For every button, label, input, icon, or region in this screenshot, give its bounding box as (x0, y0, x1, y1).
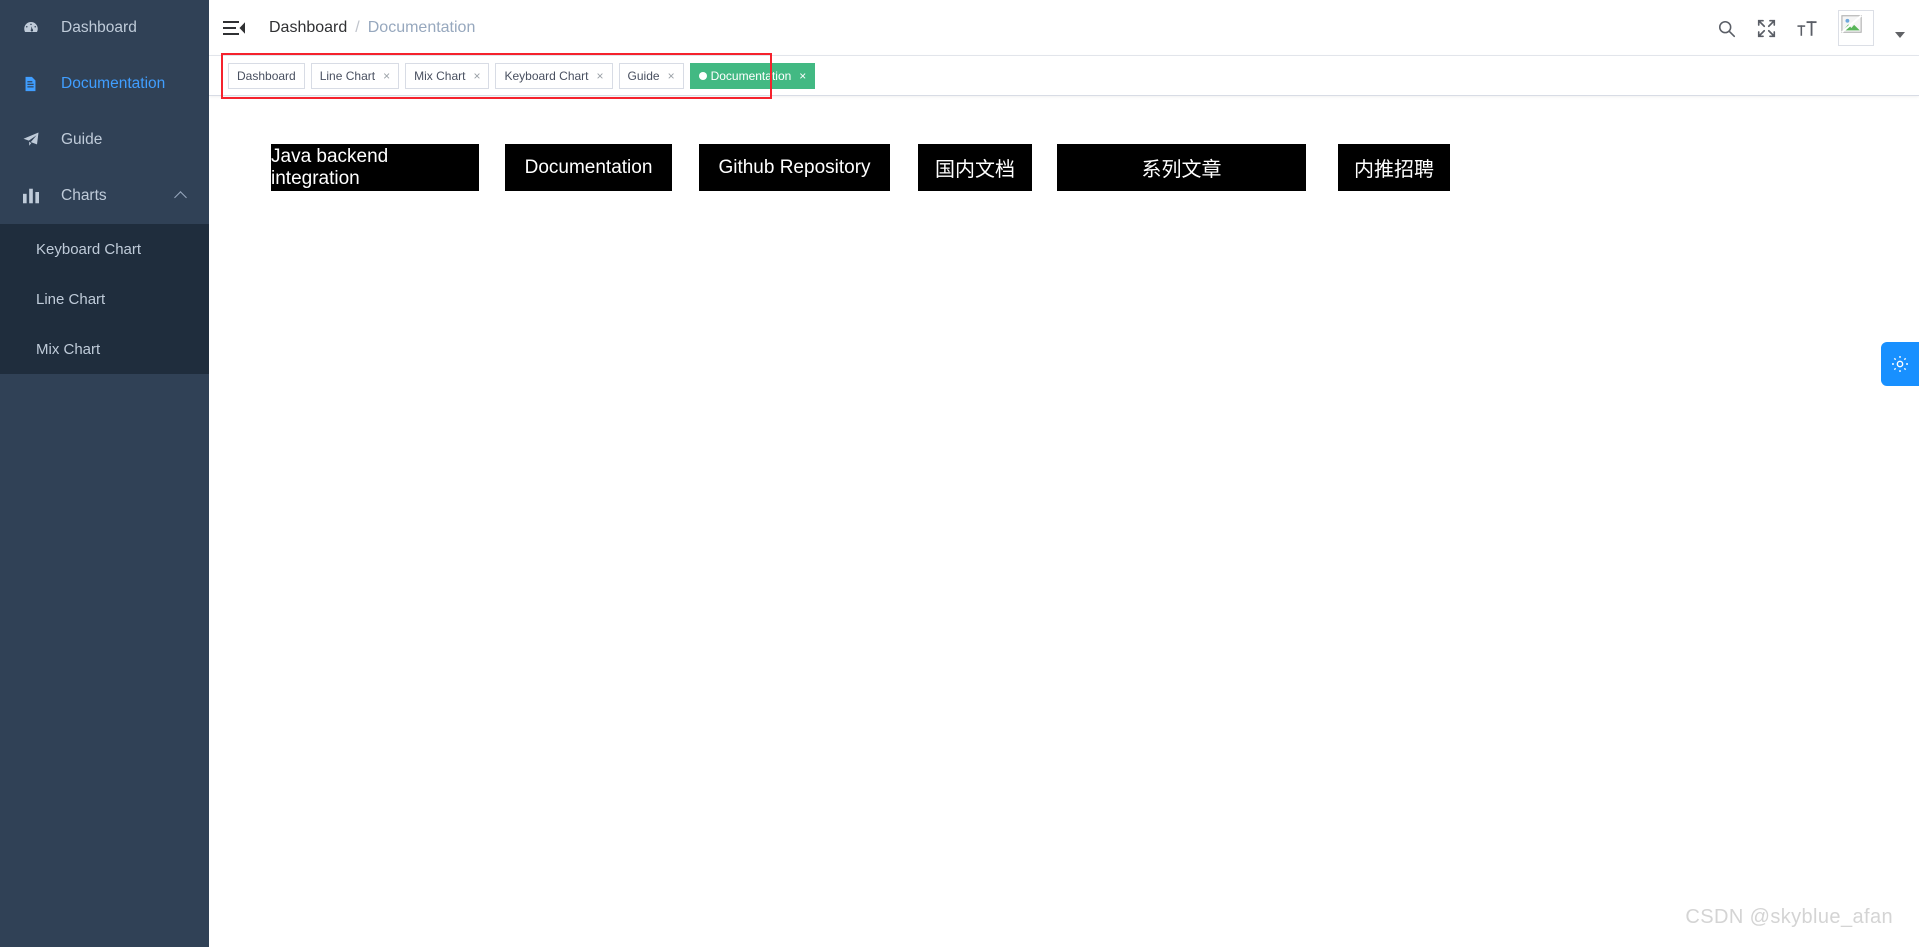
button-label: 内推招聘 (1354, 159, 1434, 181)
tag-close-icon[interactable]: × (668, 70, 675, 82)
link-button-row: Java backend integration Documentation G… (271, 144, 1919, 191)
sidebar-item-dashboard[interactable]: Dashboard (0, 0, 209, 56)
sidebar-subitem-label: Mix Chart (36, 340, 101, 358)
tag-dashboard[interactable]: Dashboard (228, 63, 305, 89)
breadcrumb-separator: / (355, 18, 360, 36)
tag-close-icon[interactable]: × (473, 70, 480, 82)
tag-guide[interactable]: Guide × (618, 63, 684, 89)
sidebar-subitem-label: Keyboard Chart (36, 240, 142, 258)
sidebar-item-guide[interactable]: Guide (0, 112, 209, 168)
settings-panel-button[interactable] (1881, 342, 1919, 386)
tag-line-chart[interactable]: Line Chart × (310, 63, 400, 89)
tag-label: Keyboard Chart (504, 69, 589, 83)
paper-plane-icon (22, 131, 48, 149)
button-label: Github Repository (718, 156, 871, 178)
button-java-backend-integration[interactable]: Java backend integration (271, 144, 479, 191)
button-label: Documentation (524, 156, 653, 178)
tag-close-icon[interactable]: × (597, 70, 604, 82)
content-area: Java backend integration Documentation G… (209, 96, 1919, 386)
broken-image-icon (1841, 14, 1862, 34)
navbar: Dashboard / Documentation (209, 0, 1919, 56)
bar-chart-icon (22, 188, 48, 204)
sidebar-item-label: Charts (61, 187, 107, 204)
tag-label: Mix Chart (414, 69, 466, 83)
button-label: 系列文章 (1141, 159, 1222, 181)
tags-list: Dashboard Line Chart × Mix Chart × Keybo… (209, 56, 1919, 96)
navbar-actions (1717, 0, 1905, 56)
fullscreen-icon[interactable] (1757, 19, 1776, 38)
tag-label: Guide (627, 69, 660, 83)
tag-label: Line Chart (319, 69, 376, 83)
button-github-repository[interactable]: Github Repository (699, 144, 890, 191)
dashboard-icon (22, 19, 48, 37)
sidebar-item-label: Dashboard (61, 19, 137, 36)
tag-active-dot-icon (698, 72, 707, 80)
watermark: CSDN @skyblue_afan (1685, 906, 1893, 928)
tags-view-bar: Dashboard Line Chart × Mix Chart × Keybo… (209, 53, 1919, 99)
sidebar-subitem-label: Line Chart (36, 290, 106, 308)
font-size-icon[interactable] (1797, 19, 1817, 38)
tag-label: Documentation (710, 69, 792, 83)
tag-mix-chart[interactable]: Mix Chart × (405, 63, 490, 89)
document-icon (22, 75, 48, 93)
button-domestic-docs[interactable]: 国内文档 (918, 144, 1032, 191)
sidebar-submenu-charts: Keyboard Chart Line Chart Mix Chart (0, 224, 209, 374)
hamburger-collapse-icon[interactable] (223, 19, 245, 37)
button-article-series[interactable]: 系列文章 (1057, 144, 1306, 191)
gear-icon (1892, 356, 1908, 372)
breadcrumb: Dashboard / Documentation (269, 19, 475, 37)
tag-close-icon[interactable]: × (383, 70, 390, 82)
main-area: Dashboard / Documentation Dashboard Line… (209, 0, 1919, 947)
breadcrumb-current: Dashboard (269, 18, 348, 36)
sidebar-item-documentation[interactable]: Documentation (0, 56, 209, 112)
tag-close-icon[interactable]: × (799, 70, 806, 82)
avatar[interactable] (1838, 10, 1874, 46)
breadcrumb-link-documentation[interactable]: Documentation (368, 19, 476, 37)
button-label: 国内文档 (935, 159, 1015, 181)
chevron-down-icon[interactable] (1895, 32, 1905, 38)
button-label: Java backend integration (271, 145, 389, 189)
sidebar-item-line-chart[interactable]: Line Chart (0, 274, 209, 324)
tag-label: Dashboard (237, 69, 296, 83)
sidebar: Dashboard Documentation Guide Charts Key… (0, 0, 209, 947)
sidebar-item-mix-chart[interactable]: Mix Chart (0, 324, 209, 374)
tag-keyboard-chart[interactable]: Keyboard Chart × (495, 63, 613, 89)
button-internal-referral[interactable]: 内推招聘 (1338, 144, 1450, 191)
sidebar-item-label: Documentation (61, 75, 166, 92)
tag-documentation[interactable]: Documentation × (689, 63, 816, 89)
sidebar-item-charts[interactable]: Charts (0, 168, 209, 224)
chevron-up-icon (174, 191, 187, 204)
sidebar-item-label: Guide (61, 131, 103, 148)
button-documentation[interactable]: Documentation (505, 144, 672, 191)
sidebar-item-keyboard-chart[interactable]: Keyboard Chart (0, 224, 209, 274)
search-icon[interactable] (1717, 19, 1736, 38)
